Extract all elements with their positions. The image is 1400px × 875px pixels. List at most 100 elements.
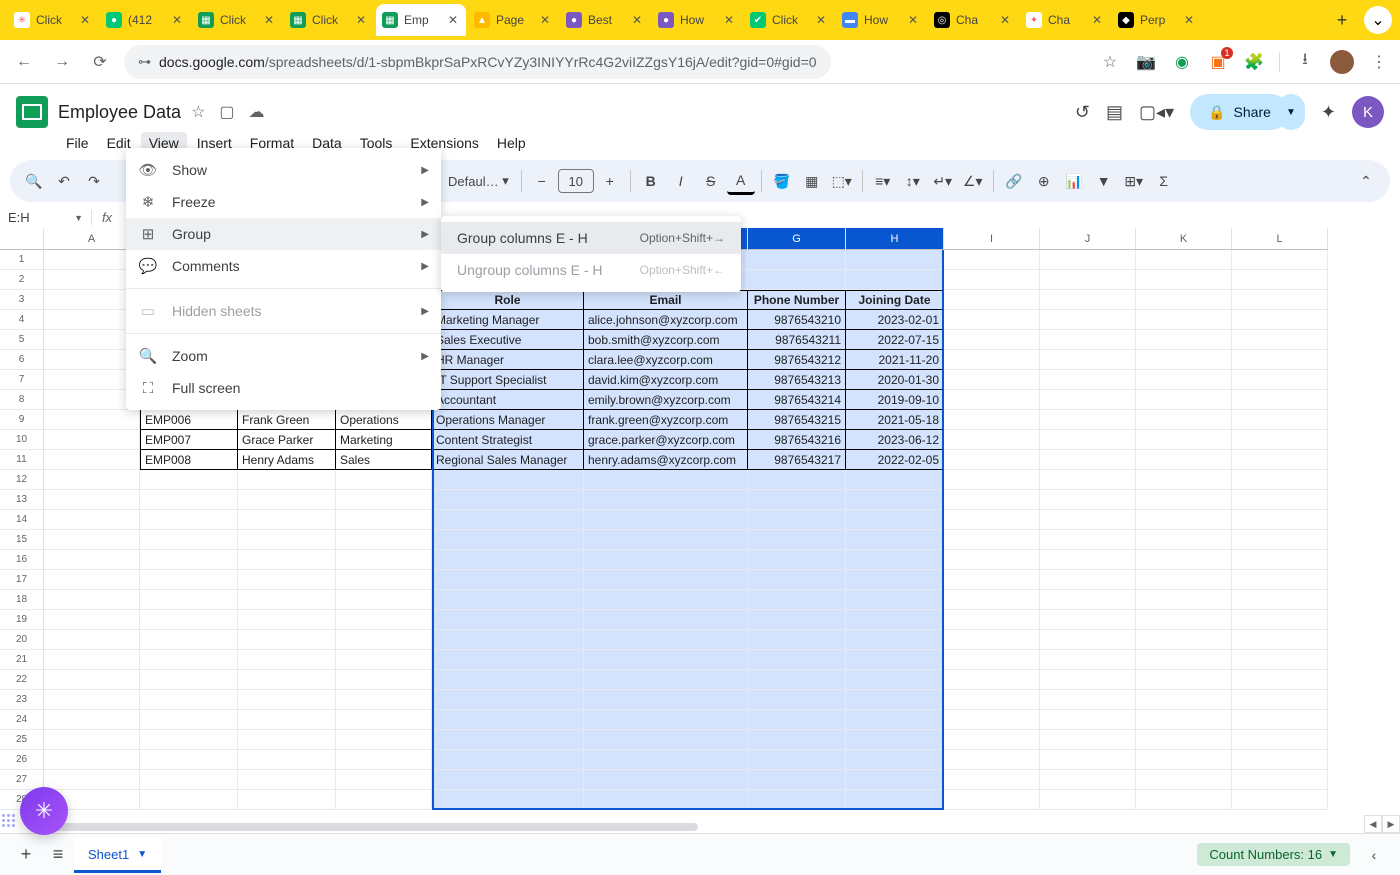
profile-avatar[interactable]: [1330, 50, 1354, 74]
cell[interactable]: [1040, 350, 1136, 370]
cell[interactable]: Sales Executive: [432, 330, 584, 350]
cell[interactable]: [1040, 590, 1136, 610]
cell[interactable]: [336, 610, 432, 630]
menu-help[interactable]: Help: [489, 132, 534, 154]
font-family-dropdown[interactable]: Defaul… ▾: [442, 167, 515, 195]
cell[interactable]: [44, 630, 140, 650]
cell[interactable]: [336, 670, 432, 690]
merge-button[interactable]: ⬚▾: [828, 167, 856, 195]
back-button[interactable]: ←: [10, 48, 38, 76]
cell[interactable]: [944, 270, 1040, 290]
reload-button[interactable]: ⟳: [86, 48, 114, 76]
gemini-icon[interactable]: ✦: [1321, 102, 1336, 123]
cell[interactable]: [748, 270, 846, 290]
cell[interactable]: [238, 670, 336, 690]
cell[interactable]: [1232, 610, 1328, 630]
tab-close-icon[interactable]: ✕: [78, 13, 92, 27]
cell[interactable]: [944, 710, 1040, 730]
cell[interactable]: [846, 250, 944, 270]
cell[interactable]: [944, 590, 1040, 610]
tab-close-icon[interactable]: ✕: [354, 13, 368, 27]
cell[interactable]: 2022-02-05: [846, 450, 944, 470]
cell[interactable]: [1232, 270, 1328, 290]
cell[interactable]: [140, 750, 238, 770]
cell[interactable]: [584, 730, 748, 750]
cell[interactable]: [748, 790, 846, 810]
cell[interactable]: [432, 650, 584, 670]
cell[interactable]: [140, 530, 238, 550]
cell[interactable]: [1136, 570, 1232, 590]
cell[interactable]: [432, 490, 584, 510]
view-menu-item-zoom[interactable]: 🔍Zoom▶: [126, 340, 441, 372]
share-button[interactable]: 🔒 Share: [1190, 94, 1289, 130]
cell[interactable]: [336, 630, 432, 650]
cell[interactable]: Role: [432, 290, 584, 310]
cell[interactable]: [846, 530, 944, 550]
cell[interactable]: [1136, 670, 1232, 690]
cell[interactable]: [44, 450, 140, 470]
row-header[interactable]: 24: [0, 710, 44, 730]
cell[interactable]: [44, 590, 140, 610]
row-header[interactable]: 19: [0, 610, 44, 630]
cell[interactable]: [748, 630, 846, 650]
cell[interactable]: [846, 610, 944, 630]
cell[interactable]: [140, 610, 238, 630]
cell[interactable]: [944, 490, 1040, 510]
cell[interactable]: [1232, 410, 1328, 430]
cell[interactable]: [238, 470, 336, 490]
cell[interactable]: [238, 530, 336, 550]
row-header[interactable]: 20: [0, 630, 44, 650]
cell[interactable]: [584, 670, 748, 690]
extensions-icon[interactable]: 🧩: [1243, 51, 1265, 73]
cell[interactable]: Marketing: [336, 430, 432, 450]
cell[interactable]: [944, 530, 1040, 550]
cell[interactable]: [1040, 290, 1136, 310]
tab-close-icon[interactable]: ✕: [630, 13, 644, 27]
row-header[interactable]: 8: [0, 390, 44, 410]
cell[interactable]: HR Manager: [432, 350, 584, 370]
cell[interactable]: Content Strategist: [432, 430, 584, 450]
cell[interactable]: [140, 670, 238, 690]
cell[interactable]: frank.green@xyzcorp.com: [584, 410, 748, 430]
cell[interactable]: [1040, 690, 1136, 710]
cell[interactable]: Operations: [336, 410, 432, 430]
cell[interactable]: 9876543217: [748, 450, 846, 470]
cell[interactable]: [846, 270, 944, 290]
cell[interactable]: [748, 710, 846, 730]
cell[interactable]: [584, 690, 748, 710]
cell[interactable]: [1136, 790, 1232, 810]
cell[interactable]: [944, 670, 1040, 690]
row-header[interactable]: 12: [0, 470, 44, 490]
document-title[interactable]: Employee Data: [58, 102, 181, 123]
cell[interactable]: [1040, 310, 1136, 330]
cell[interactable]: [846, 590, 944, 610]
tab-close-icon[interactable]: ✕: [446, 13, 460, 27]
cell[interactable]: [44, 750, 140, 770]
cell[interactable]: [1040, 410, 1136, 430]
cell[interactable]: [1136, 510, 1232, 530]
cell[interactable]: [584, 510, 748, 530]
cell[interactable]: [432, 730, 584, 750]
view-menu-item-full-screen[interactable]: ⛶Full screen: [126, 372, 441, 404]
cell[interactable]: [238, 710, 336, 730]
cell[interactable]: [944, 610, 1040, 630]
cell[interactable]: [748, 650, 846, 670]
cell[interactable]: [1232, 730, 1328, 750]
browser-tab[interactable]: ▦Click✕: [192, 4, 282, 36]
cell[interactable]: [1040, 490, 1136, 510]
cell[interactable]: [1136, 250, 1232, 270]
cell[interactable]: [1232, 650, 1328, 670]
column-header-H[interactable]: H: [846, 228, 944, 250]
row-header[interactable]: 14: [0, 510, 44, 530]
cell[interactable]: [336, 490, 432, 510]
cell[interactable]: [944, 790, 1040, 810]
cell[interactable]: Email: [584, 290, 748, 310]
cell[interactable]: [140, 550, 238, 570]
row-header[interactable]: 22: [0, 670, 44, 690]
cell[interactable]: [44, 710, 140, 730]
cell[interactable]: Frank Green: [238, 410, 336, 430]
cell[interactable]: 9876543210: [748, 310, 846, 330]
cell[interactable]: [1136, 630, 1232, 650]
cell[interactable]: [432, 690, 584, 710]
row-header[interactable]: 5: [0, 330, 44, 350]
